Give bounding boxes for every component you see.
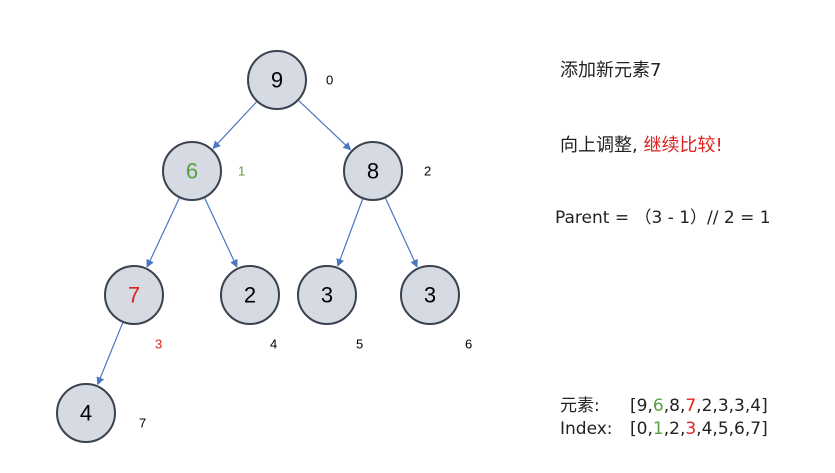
elements-array-item: 4 [750, 396, 762, 416]
node-value: 3 [321, 283, 333, 308]
index-array-item: 7 [750, 419, 762, 439]
tree-node-4: 24 [220, 265, 280, 352]
node-index-label: 3 [155, 337, 162, 352]
elements-array-item: 6 [652, 396, 664, 416]
step-text: 向上调整, 继续比较! [560, 131, 723, 157]
index-array-item: 0 [636, 419, 648, 439]
node-index-label: 7 [139, 416, 146, 431]
index-array-row: Index: [0,1,2,3,4,5,6,7] [560, 419, 768, 439]
tree-node-2: 82 [343, 141, 431, 201]
elements-array-item: 8 [669, 396, 680, 416]
tree-node-1: 61 [162, 141, 245, 201]
elements-array-close-bracket: ] [761, 396, 768, 416]
node-index-label: 1 [238, 164, 245, 179]
elements-label: 元素: [560, 396, 600, 416]
index-array-close-bracket: ] [761, 419, 768, 439]
index-label: Index: [560, 419, 613, 439]
tree-node-6: 36 [400, 265, 472, 352]
elements-array-row: 元素: [9,6,8,7,2,3,3,4] [560, 391, 768, 416]
node-index-label: 0 [326, 73, 333, 88]
tree-node-0: 90 [247, 50, 333, 110]
index-array-item: 3 [685, 419, 697, 439]
edge-n2-n6 [384, 198, 418, 268]
index-array-item: 5 [717, 419, 729, 439]
node-value: 4 [80, 401, 92, 426]
node-index-label: 2 [424, 164, 431, 179]
tree-node-7: 47 [56, 383, 146, 443]
tree-node-3: 73 [104, 265, 164, 352]
elements-array-item: 7 [685, 396, 697, 416]
elements-array-item: 2 [701, 396, 713, 416]
node-value: 7 [128, 283, 140, 308]
step-highlight: 继续比较! [643, 135, 723, 156]
elements-array-item: 3 [734, 396, 745, 416]
elements-array-item: 3 [717, 396, 729, 416]
edge-n1-n4 [204, 197, 238, 268]
elements-array-open-bracket: [ [630, 396, 637, 416]
index-array-item: 1 [652, 419, 664, 439]
index-array-item: 2 [669, 419, 680, 439]
node-value: 9 [271, 68, 283, 93]
node-value: 6 [186, 159, 198, 184]
edge-n3-n7 [96, 322, 124, 386]
index-array-open-bracket: [ [630, 419, 637, 439]
node-value: 3 [424, 283, 436, 308]
elements-array: [9,6,8,7,2,3,3,4] [630, 396, 768, 416]
parent-formula: Parent = （3 - 1）// 2 = 1 [555, 208, 771, 228]
index-array: [0,1,2,3,4,5,6,7] [630, 419, 768, 439]
node-value: 8 [367, 159, 379, 184]
edge-n0-n1 [212, 101, 257, 150]
node-index-label: 5 [356, 337, 363, 352]
index-array-item: 4 [701, 419, 713, 439]
node-index-label: 6 [465, 337, 472, 352]
node-index-label: 4 [270, 337, 277, 352]
index-array-item: 6 [734, 419, 745, 439]
title-text: 添加新元素7 [560, 60, 662, 81]
edge-n1-n3 [146, 197, 180, 268]
edge-n2-n5 [336, 198, 364, 267]
edge-n0-n2 [298, 100, 352, 151]
tree-node-5: 35 [297, 265, 363, 352]
step-prefix: 向上调整, [560, 135, 638, 156]
node-value: 2 [244, 283, 256, 308]
elements-array-item: 9 [636, 396, 648, 416]
